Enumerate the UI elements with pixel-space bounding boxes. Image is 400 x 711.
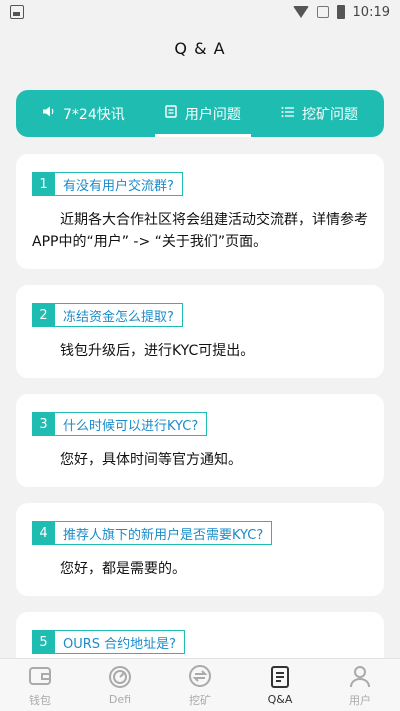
- faq-question-text: 推荐人旗下的新用户是否需要KYC?: [55, 521, 273, 545]
- nav-qa[interactable]: Q&A: [250, 664, 310, 706]
- faq-question: 4 推荐人旗下的新用户是否需要KYC?: [32, 521, 368, 545]
- status-icons: 10:19: [292, 4, 390, 20]
- nav-label: 用户: [349, 693, 371, 707]
- page-title: Q & A: [174, 39, 226, 58]
- nav-label: Defi: [108, 693, 132, 706]
- signal-icon: [316, 6, 329, 18]
- faq-answer: 近期各大合作社区将会组建活动交流群，详情参考APP中的“用户” -> “关于我们…: [32, 212, 368, 250]
- faq-answer: 钱包升级后，进行KYC可提出。: [60, 343, 255, 359]
- faq-question: 3 什么时候可以进行KYC?: [32, 412, 368, 436]
- tab-flash-news[interactable]: 7*24快讯: [32, 90, 135, 137]
- faq-question-text: 冻结资金怎么提取?: [55, 303, 183, 327]
- faq-question: 5 OURS 合约地址是?: [32, 630, 368, 654]
- bottom-nav: 钱包 Defi 挖矿 Q&A 用户: [0, 658, 400, 711]
- nav-label: Q&A: [267, 693, 293, 706]
- faq-card[interactable]: 4 推荐人旗下的新用户是否需要KYC? 您好，都是需要的。: [16, 503, 384, 596]
- faq-number: 3: [32, 412, 55, 436]
- faq-question: 2 冻结资金怎么提取?: [32, 303, 368, 327]
- faq-list: 1 有没有用户交流群? 近期各大合作社区将会组建活动交流群，详情参考APP中的“…: [16, 154, 384, 699]
- faq-card[interactable]: 2 冻结资金怎么提取? 钱包升级后，进行KYC可提出。: [16, 285, 384, 378]
- faq-number: 2: [32, 303, 55, 327]
- faq-question-text: OURS 合约地址是?: [55, 630, 186, 654]
- faq-question: 1 有没有用户交流群?: [32, 172, 368, 196]
- nav-user[interactable]: 用户: [330, 663, 390, 708]
- nav-label: 钱包: [29, 693, 51, 707]
- tab-label: 7*24快讯: [63, 106, 125, 123]
- wifi-icon: [292, 6, 309, 18]
- nav-mining[interactable]: 挖矿: [170, 663, 230, 708]
- qa-icon: [271, 666, 289, 688]
- tab-label: 用户问题: [184, 106, 241, 123]
- faq-number: 5: [32, 630, 55, 654]
- tab-label: 挖矿问题: [301, 106, 358, 123]
- defi-icon: [109, 666, 131, 688]
- nav-wallet[interactable]: 钱包: [10, 663, 70, 708]
- faq-number: 4: [32, 521, 55, 545]
- tab-mining-questions[interactable]: 挖矿问题: [271, 90, 368, 137]
- document-icon: [165, 105, 177, 122]
- status-bar: 10:19: [0, 0, 400, 24]
- tab-bar: 7*24快讯 用户问题 挖矿问题: [16, 90, 384, 137]
- faq-answer: 您好，具体时间等官方通知。: [60, 452, 242, 468]
- wallet-icon: [29, 666, 51, 685]
- faq-question-text: 什么时候可以进行KYC?: [55, 412, 208, 436]
- faq-card[interactable]: 3 什么时候可以进行KYC? 您好，具体时间等官方通知。: [16, 394, 384, 487]
- user-icon: [350, 665, 370, 687]
- mining-icon: [189, 664, 211, 687]
- tab-user-questions[interactable]: 用户问题: [154, 90, 251, 137]
- faq-number: 1: [32, 172, 55, 196]
- faq-answer: 您好，都是需要的。: [60, 561, 186, 577]
- faq-card[interactable]: 1 有没有用户交流群? 近期各大合作社区将会组建活动交流群，详情参考APP中的“…: [16, 154, 384, 269]
- nav-label: 挖矿: [189, 693, 211, 707]
- gallery-icon: [10, 5, 24, 19]
- nav-defi[interactable]: Defi: [90, 664, 150, 706]
- list-icon: [281, 106, 294, 122]
- faq-question-text: 有没有用户交流群?: [55, 172, 183, 196]
- status-time: 10:19: [352, 4, 390, 20]
- speaker-icon: [42, 105, 55, 122]
- battery-icon: [336, 5, 345, 19]
